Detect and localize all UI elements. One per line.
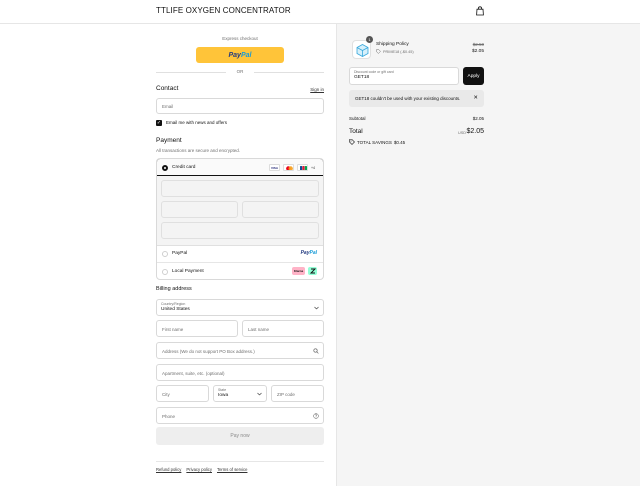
card-brand-logos: VISA +4 [269,164,315,171]
price-original: $2.50 [472,42,484,47]
discount-tag-text: PRIME18 (-$0.45) [383,49,414,54]
chevron-down-icon [257,392,262,396]
total-value: $2.05 [466,128,484,135]
payment-option-credit-card[interactable]: Credit card VISA +4 [157,159,323,176]
first-name-field[interactable]: First name [156,320,238,337]
sign-in-link[interactable]: Sign in [310,87,324,92]
store-name[interactable]: TTLIFE OXYGEN CONCENTRATOR [156,6,291,15]
paypal-pal-text: Pal [240,51,252,59]
terms-of-service-link[interactable]: Terms of service [217,467,247,472]
contact-title: Contact [156,85,179,92]
paypal-logo: PayPal [301,250,317,256]
or-divider: OR [156,69,324,75]
tag-icon [349,139,355,145]
mastercard-icon [283,164,294,171]
product-discount-tag: PRIME18 (-$0.45) [376,49,414,54]
visa-icon: VISA [269,164,280,171]
last-name-field[interactable]: Last name [242,320,324,337]
top-header: TTLIFE OXYGEN CONCENTRATOR [0,0,640,24]
billing-title: Billing address [156,286,192,292]
refund-policy-link[interactable]: Refund policy [156,467,181,472]
card-number-field[interactable] [161,180,319,197]
shipping-box-icon [356,44,369,57]
paypal-label: PayPal [172,251,188,256]
newsletter-label: Email me with news and offers [166,120,227,125]
state-label: State [218,388,227,392]
savings-value: $0.45 [393,139,406,145]
apartment-placeholder: Apartment, suite, etc. (optional) [162,371,225,376]
credit-card-label: Credit card [172,165,196,170]
total-currency: USD [458,131,467,135]
help-icon[interactable] [313,413,319,419]
radio-local-payment[interactable] [162,269,168,275]
paypal-express-button[interactable]: Pay Pal [196,47,284,63]
price-final: $2.05 [471,49,484,54]
pay-now-button[interactable]: Pay now [156,427,324,445]
payment-title: Payment [156,137,182,144]
local-payment-logos: Klarna [292,267,317,275]
bag-icon[interactable] [475,6,485,16]
state-value: Iowa [218,393,229,398]
discount-code-label: Discount code or gift card [354,70,394,74]
close-icon[interactable]: ✕ [473,95,478,101]
country-label: Country/Region [161,302,186,306]
card-name-field[interactable] [161,222,319,239]
payment-subtitle: All transactions are secure and encrypte… [156,148,241,153]
country-select[interactable]: Country/Region United States [156,299,324,316]
or-text: OR [236,69,244,74]
zip-placeholder: ZIP code [277,392,295,397]
radio-credit-card[interactable] [162,165,168,171]
paypal-mark-pal: Pal [309,250,317,256]
email-placeholder: Email [162,104,174,109]
city-placeholder: City [162,392,170,397]
last-name-placeholder: Last name [248,327,270,332]
zip-code-field[interactable]: ZIP code [271,385,324,402]
payment-option-local[interactable]: Local Payment Klarna [157,263,323,279]
state-select[interactable]: State Iowa [213,385,267,402]
tag-icon [376,49,381,54]
jcb-icon [297,164,308,171]
apartment-field[interactable]: Apartment, suite, etc. (optional) [156,364,324,381]
newsletter-checkbox[interactable]: ✓ [156,120,162,126]
payment-methods: Credit card VISA +4 PayPal PayPal Local … [156,158,324,280]
paypal-pay-text: Pay [228,51,241,59]
discount-code-value: GET18 [354,75,370,80]
first-name-placeholder: First name [162,327,184,332]
city-field[interactable]: City [156,385,209,402]
footer-links: Refund policy Privacy policy Terms of se… [156,467,247,472]
chevron-down-icon [314,306,319,310]
email-field[interactable]: Email [156,98,324,114]
address-field[interactable]: Address (We do not support PO Box addres… [156,342,324,359]
card-cvv-field[interactable] [242,201,319,218]
total-label: Total [349,128,363,135]
country-value: United States [161,307,190,312]
footer-divider [156,461,324,462]
discount-code-input[interactable]: Discount code or gift card GET18 [349,67,459,85]
radio-paypal[interactable] [162,251,168,257]
card-details-area [157,176,323,246]
phone-field[interactable]: Phone [156,407,324,424]
quantity-badge: 1 [366,36,373,43]
product-name: Shipping Policy [376,42,409,47]
phone-placeholder: Phone [162,414,176,419]
local-payment-label: Local Payment [172,269,204,274]
apply-button[interactable]: Apply [463,67,484,85]
more-cards-badge: +4 [311,165,315,170]
total-savings: TOTAL SAVINGS $0.45 [349,139,405,145]
card-expiry-field[interactable] [161,201,238,218]
payment-option-paypal[interactable]: PayPal PayPal [157,246,323,263]
sezzle-icon [308,267,317,275]
privacy-policy-link[interactable]: Privacy policy [186,467,212,472]
savings-label: TOTAL SAVINGS [357,139,392,145]
express-checkout-label: Express checkout [222,36,258,41]
klarna-icon: Klarna [292,267,305,275]
subtotal-label: Subtotal [349,116,366,121]
search-icon [313,348,319,354]
discount-error-banner: GET18 couldn't be used with your existin… [349,90,484,107]
discount-error-text: GET18 couldn't be used with your existin… [355,96,461,101]
address-placeholder: Address (We do not support PO Box addres… [162,349,255,354]
subtotal-value: $2.05 [472,116,484,121]
